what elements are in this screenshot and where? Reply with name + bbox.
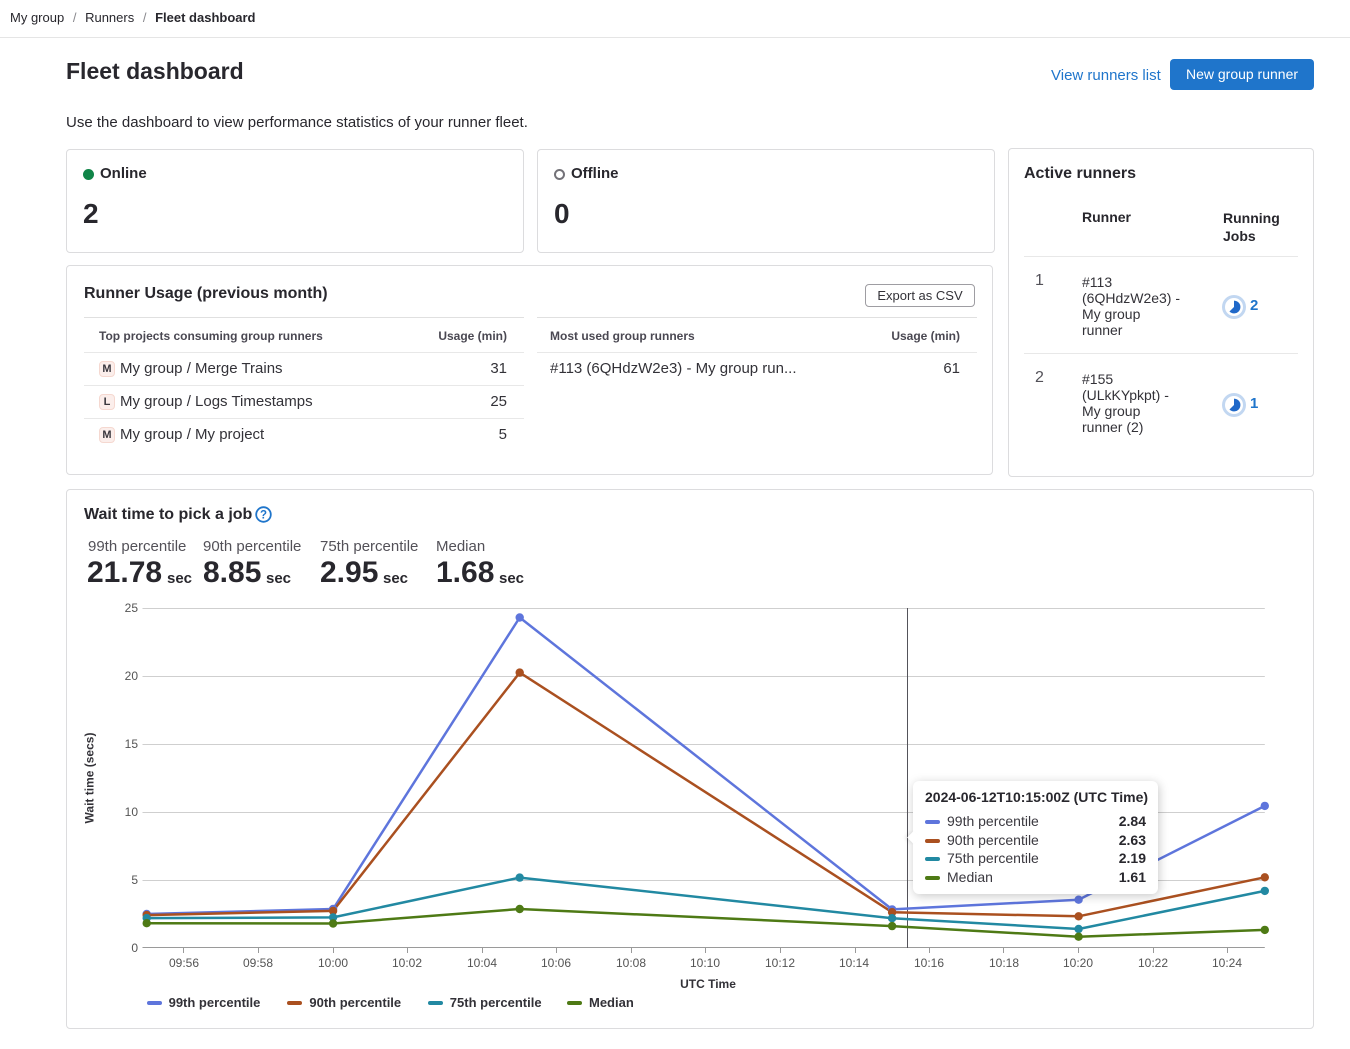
svg-text:UTC Time: UTC Time	[680, 977, 736, 991]
svg-text:Wait time (secs): Wait time (secs)	[83, 733, 97, 824]
